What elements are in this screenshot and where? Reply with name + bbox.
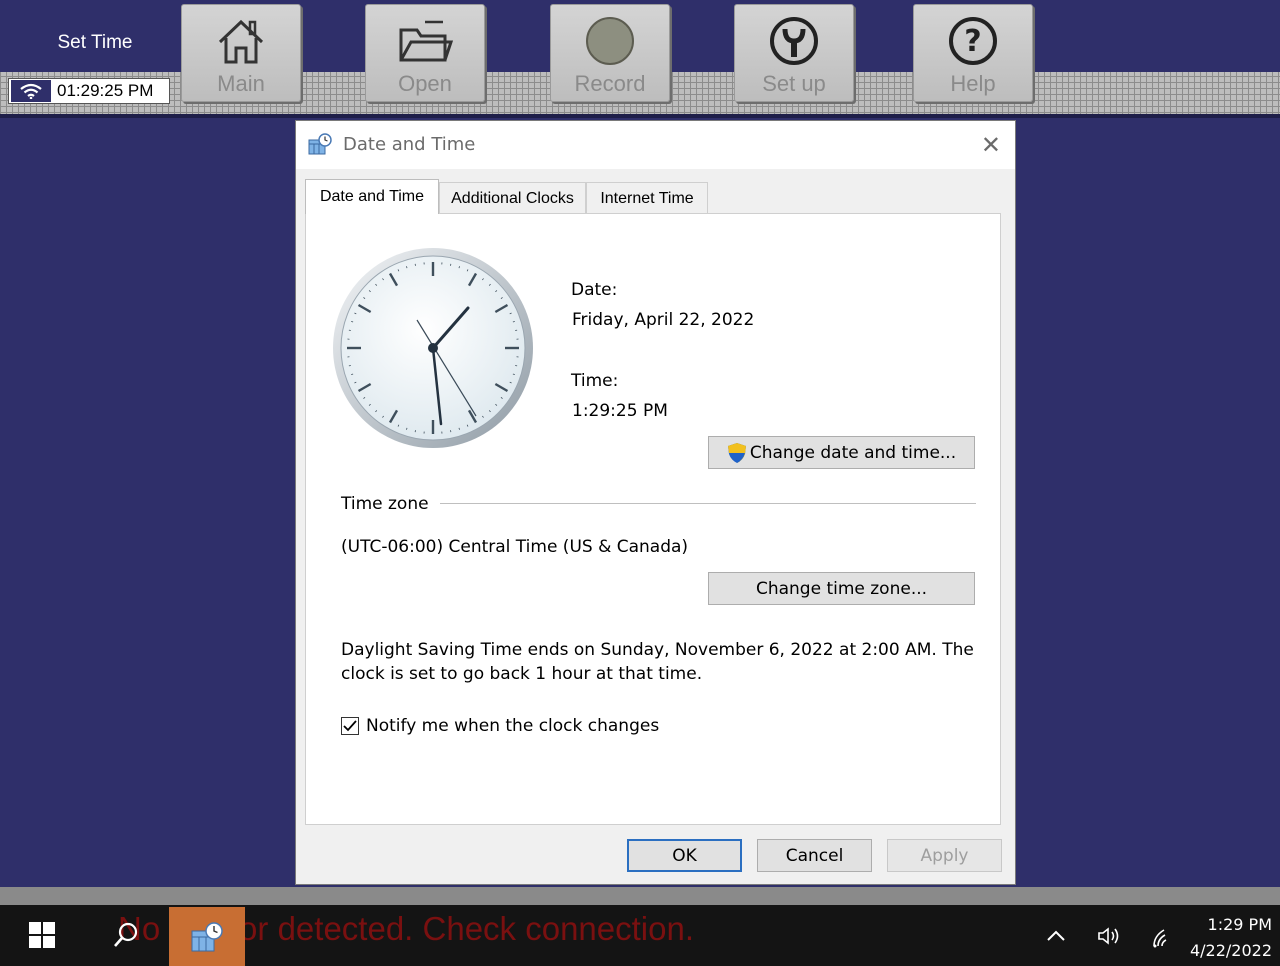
screen-title: Set Time <box>57 32 133 53</box>
wifi-icon[interactable] <box>1151 926 1173 953</box>
ok-button[interactable]: OK <box>627 839 742 872</box>
chevron-up-icon[interactable] <box>1046 926 1066 947</box>
dst-info-line-2: clock is set to go back 1 hour at that t… <box>341 664 703 684</box>
tab-internet-time[interactable]: Internet Time <box>586 182 708 214</box>
time-value: 1:29:25 PM <box>572 401 668 421</box>
tab-date-and-time[interactable]: Date and Time <box>305 179 439 214</box>
record-button[interactable]: Record <box>550 4 670 102</box>
timezone-value: (UTC-06:00) Central Time (US & Canada) <box>341 537 689 557</box>
windows-icon <box>29 922 55 948</box>
record-button-label: Record <box>574 71 646 96</box>
checkmark-icon <box>343 720 357 732</box>
dialog-title: Date and Time <box>343 134 476 155</box>
folder-icon <box>366 13 484 69</box>
setup-button-label: Set up <box>762 71 826 96</box>
app-clock-time: 01:29:25 PM <box>57 81 154 100</box>
help-icon: ? <box>914 13 1032 69</box>
notify-checkbox[interactable] <box>341 717 359 735</box>
start-button[interactable] <box>22 915 62 955</box>
date-time-icon <box>308 133 332 159</box>
date-label: Date: <box>571 280 618 300</box>
home-icon <box>182 13 300 69</box>
taskbar-clock[interactable]: 1:29 PM 4/22/2022 <box>1190 912 1272 964</box>
tab-additional-clocks[interactable]: Additional Clocks <box>439 182 586 214</box>
uac-shield-icon <box>727 442 747 464</box>
timezone-group-label: Time zone <box>341 494 437 514</box>
app-clock: 01:29:25 PM <box>8 78 170 104</box>
open-button[interactable]: Open <box>365 4 485 102</box>
timezone-group-divider <box>440 503 976 504</box>
analog-clock-icon <box>331 246 535 455</box>
notify-label[interactable]: Notify me when the clock changes <box>366 716 659 736</box>
main-button[interactable]: Main <box>181 4 301 102</box>
date-value: Friday, April 22, 2022 <box>572 310 755 330</box>
help-button-label: Help <box>950 71 996 96</box>
change-date-time-label: Change date and time... <box>749 442 957 463</box>
wifi-icon <box>11 80 51 102</box>
taskbar-date-time-app[interactable] <box>169 907 245 966</box>
record-icon <box>551 13 669 69</box>
dialog-titlebar: Date and Time ✕ <box>296 121 1015 169</box>
change-date-time-button[interactable]: Change date and time... <box>708 436 975 469</box>
taskbar-time: 1:29 PM <box>1207 915 1272 934</box>
date-time-icon <box>191 921 223 951</box>
open-button-label: Open <box>398 71 452 96</box>
search-icon <box>114 922 138 947</box>
help-button[interactable]: ? Help <box>913 4 1033 102</box>
setup-button[interactable]: Set up <box>734 4 854 102</box>
dst-info-line-1: Daylight Saving Time ends on Sunday, Nov… <box>341 640 974 660</box>
toolbar-divider <box>0 114 1280 118</box>
time-label: Time: <box>571 371 619 391</box>
apply-button[interactable]: Apply <box>887 839 1002 872</box>
taskbar-date: 4/22/2022 <box>1189 941 1272 960</box>
app-toolbar: Set Time 01:29:25 PM Main Open Record Se… <box>0 0 1280 118</box>
wrench-icon <box>735 13 853 69</box>
main-button-label: Main <box>217 71 265 96</box>
cancel-button[interactable]: Cancel <box>757 839 872 872</box>
speaker-icon[interactable] <box>1097 926 1121 951</box>
change-time-zone-button[interactable]: Change time zone... <box>708 572 975 605</box>
svg-text:?: ? <box>964 24 981 59</box>
close-icon[interactable]: ✕ <box>981 131 1001 159</box>
search-button[interactable] <box>104 915 148 955</box>
